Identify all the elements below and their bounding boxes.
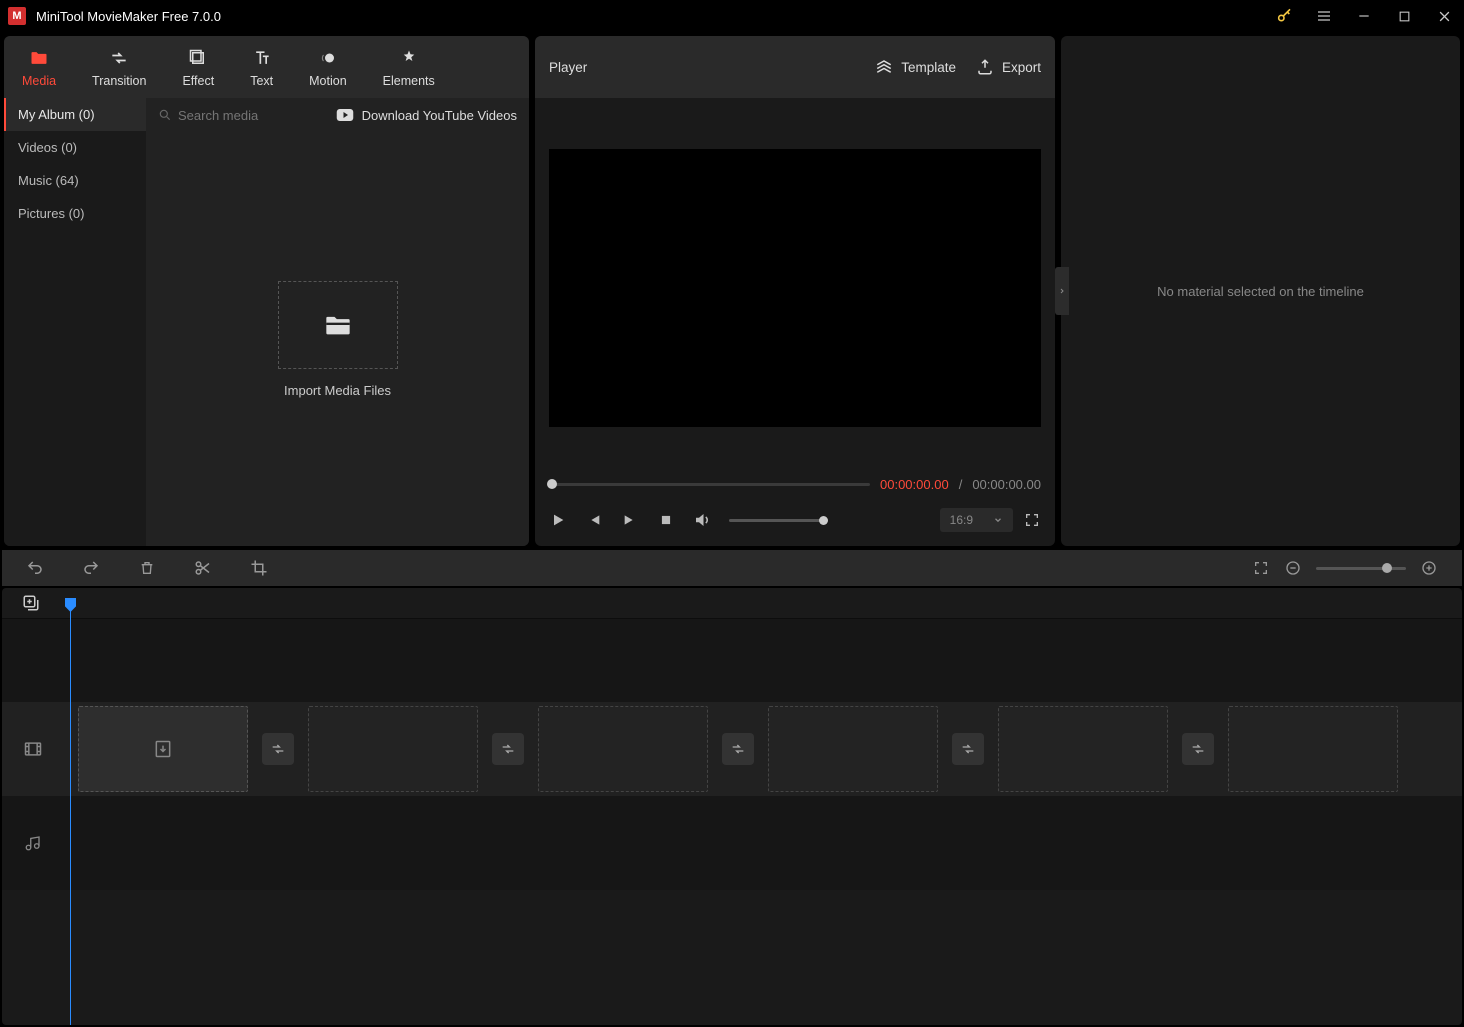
- zoom-in-button[interactable]: [1420, 559, 1438, 577]
- tab-label: Elements: [383, 74, 435, 88]
- time-total: 00:00:00.00: [972, 477, 1041, 492]
- tab-media[interactable]: Media: [4, 36, 74, 98]
- volume-button[interactable]: [693, 511, 711, 529]
- zoom-fit-button[interactable]: [1252, 559, 1270, 577]
- audio-track-icon: [2, 834, 64, 852]
- split-button[interactable]: [194, 559, 212, 577]
- download-youtube-label: Download YouTube Videos: [362, 108, 517, 123]
- undo-button[interactable]: [26, 559, 44, 577]
- audio-track[interactable]: [2, 796, 1462, 890]
- motion-icon: [318, 48, 338, 68]
- sidebar-item-music[interactable]: Music (64): [4, 164, 146, 197]
- export-icon: [976, 58, 994, 76]
- crop-button[interactable]: [250, 559, 268, 577]
- prev-frame-button[interactable]: [585, 511, 603, 529]
- clip-slot[interactable]: [768, 706, 938, 792]
- sidebar-item-my-album[interactable]: My Album (0): [4, 98, 146, 131]
- overlay-track[interactable]: [2, 618, 1462, 702]
- player-title: Player: [549, 60, 855, 75]
- aspect-ratio-value: 16:9: [950, 513, 973, 527]
- tab-elements[interactable]: Elements: [365, 36, 453, 98]
- template-icon: [875, 58, 893, 76]
- time-current: 00:00:00.00: [880, 477, 949, 492]
- youtube-icon: [336, 108, 354, 122]
- template-label: Template: [901, 60, 956, 75]
- tab-label: Effect: [182, 74, 214, 88]
- video-preview[interactable]: [549, 149, 1041, 427]
- transition-slot[interactable]: [952, 733, 984, 765]
- properties-panel: No material selected on the timeline: [1061, 36, 1460, 546]
- play-button[interactable]: [549, 511, 567, 529]
- tab-label: Text: [250, 74, 273, 88]
- sidebar-item-videos[interactable]: Videos (0): [4, 131, 146, 164]
- transition-slot[interactable]: [492, 733, 524, 765]
- timeline[interactable]: [2, 588, 1462, 1025]
- tab-label: Transition: [92, 74, 146, 88]
- search-icon: [158, 108, 172, 122]
- folder-open-icon: [324, 313, 352, 337]
- export-button[interactable]: Export: [976, 58, 1041, 76]
- video-track[interactable]: [2, 702, 1462, 796]
- top-tabs: Media Transition Effect Text Motion Elem…: [4, 36, 529, 98]
- maximize-button[interactable]: [1392, 4, 1416, 28]
- text-icon: [252, 48, 272, 68]
- stop-button[interactable]: [657, 511, 675, 529]
- media-panel: Media Transition Effect Text Motion Elem…: [4, 36, 529, 546]
- clip-slot[interactable]: [308, 706, 478, 792]
- tab-label: Motion: [309, 74, 347, 88]
- playhead[interactable]: [70, 598, 71, 1025]
- sidebar-item-pictures[interactable]: Pictures (0): [4, 197, 146, 230]
- zoom-slider[interactable]: [1316, 567, 1406, 570]
- redo-button[interactable]: [82, 559, 100, 577]
- seek-slider[interactable]: [549, 483, 870, 486]
- titlebar: MiniTool MovieMaker Free 7.0.0: [0, 0, 1464, 32]
- app-title: MiniTool MovieMaker Free 7.0.0: [36, 9, 1272, 24]
- transition-slot[interactable]: [1182, 733, 1214, 765]
- effect-icon: [188, 48, 208, 68]
- tab-transition[interactable]: Transition: [74, 36, 164, 98]
- import-media-label: Import Media Files: [284, 383, 391, 398]
- elements-icon: [399, 48, 419, 68]
- minimize-button[interactable]: [1352, 4, 1376, 28]
- aspect-ratio-select[interactable]: 16:9: [940, 508, 1013, 532]
- next-frame-button[interactable]: [621, 511, 639, 529]
- timeline-toolbar: [2, 550, 1462, 586]
- folder-icon: [29, 48, 49, 68]
- player-panel: Player Template Export 00:00:00.00 / 00:…: [535, 36, 1055, 546]
- clip-slot[interactable]: [78, 706, 248, 792]
- tab-text[interactable]: Text: [232, 36, 291, 98]
- zoom-out-button[interactable]: [1284, 559, 1302, 577]
- volume-slider[interactable]: [729, 519, 824, 522]
- download-youtube-button[interactable]: Download YouTube Videos: [336, 108, 517, 123]
- export-label: Export: [1002, 60, 1041, 75]
- properties-empty-message: No material selected on the timeline: [1157, 284, 1364, 299]
- fullscreen-button[interactable]: [1023, 511, 1041, 529]
- license-key-icon[interactable]: [1272, 4, 1296, 28]
- video-track-icon: [2, 739, 64, 759]
- add-track-button[interactable]: [22, 594, 40, 612]
- import-media-dropzone[interactable]: [278, 281, 398, 369]
- tab-effect[interactable]: Effect: [164, 36, 232, 98]
- transition-icon: [109, 48, 129, 68]
- chevron-down-icon: [993, 515, 1003, 525]
- tab-label: Media: [22, 74, 56, 88]
- clip-slot[interactable]: [538, 706, 708, 792]
- search-media[interactable]: [158, 108, 326, 123]
- app-logo-icon: [8, 7, 26, 25]
- clip-slot[interactable]: [1228, 706, 1398, 792]
- clip-download-icon: [153, 739, 173, 759]
- media-category-list: My Album (0) Videos (0) Music (64) Pictu…: [4, 98, 146, 546]
- clip-slot[interactable]: [998, 706, 1168, 792]
- media-browser: Download YouTube Videos Import Media Fil…: [146, 98, 529, 546]
- template-button[interactable]: Template: [875, 58, 956, 76]
- transition-slot[interactable]: [722, 733, 754, 765]
- close-button[interactable]: [1432, 4, 1456, 28]
- time-separator: /: [959, 477, 963, 492]
- delete-button[interactable]: [138, 559, 156, 577]
- panel-expand-handle[interactable]: [1055, 267, 1069, 315]
- transition-slot[interactable]: [262, 733, 294, 765]
- search-input[interactable]: [178, 108, 298, 123]
- tab-motion[interactable]: Motion: [291, 36, 365, 98]
- hamburger-menu-icon[interactable]: [1312, 4, 1336, 28]
